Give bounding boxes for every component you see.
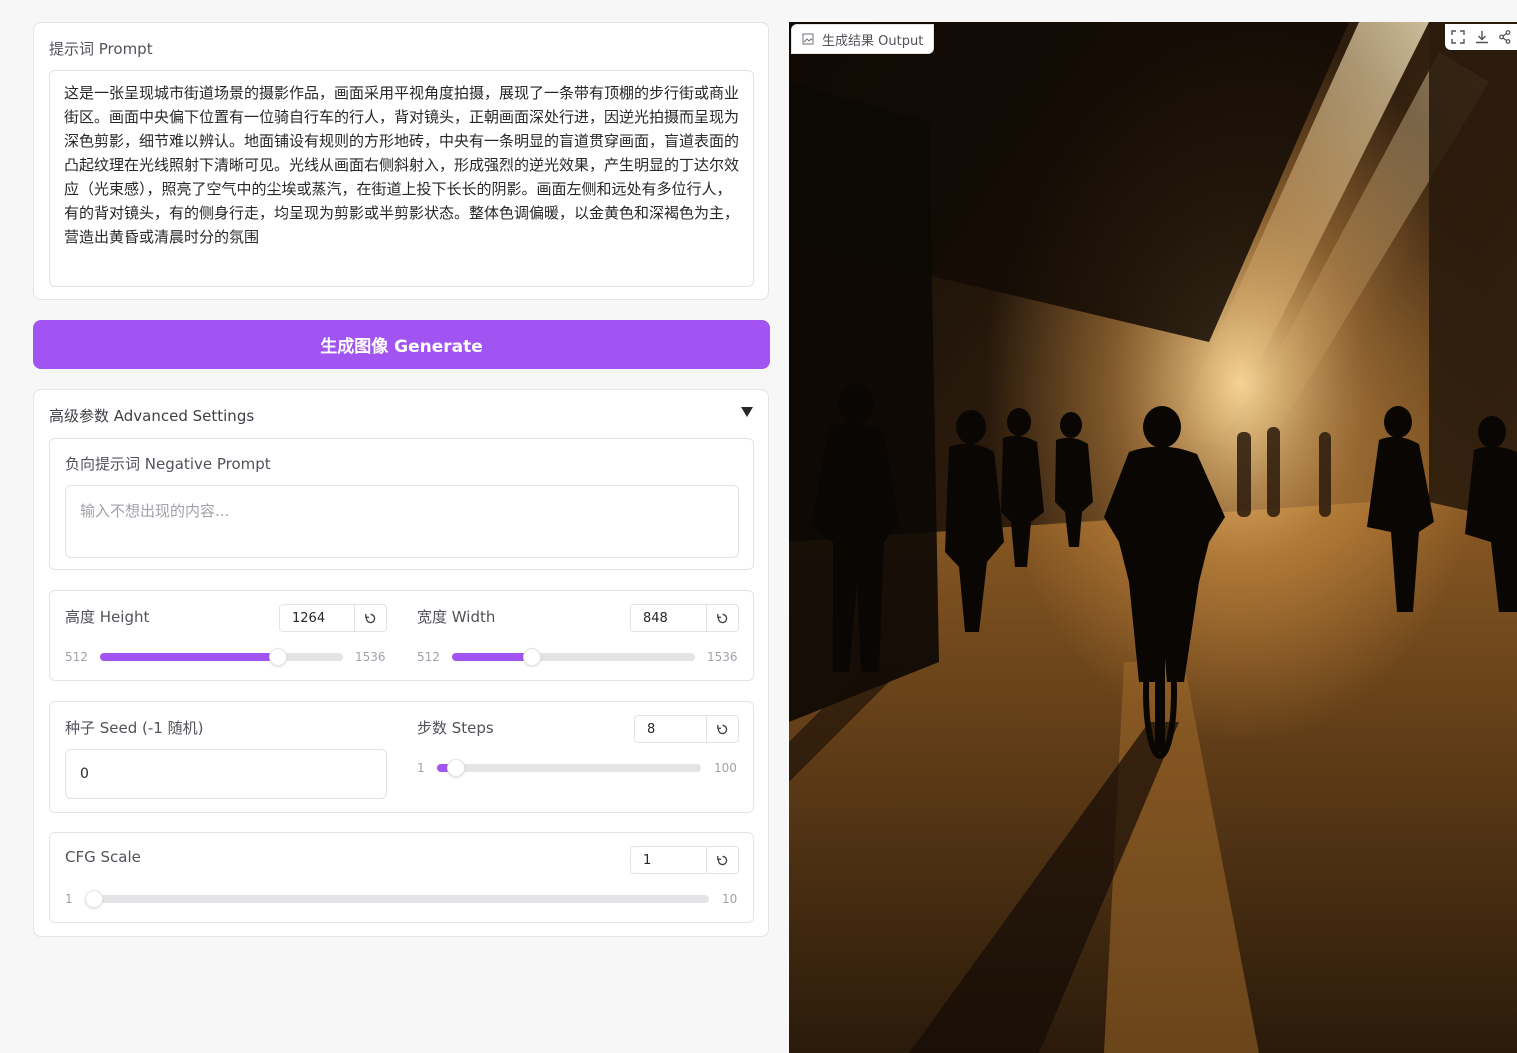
- prompt-textarea[interactable]: 这是一张呈现城市街道场景的摄影作品，画面采用平视角度拍摄，展现了一条带有顶棚的步…: [49, 70, 754, 287]
- steps-slider[interactable]: [437, 759, 701, 777]
- width-slider-thumb[interactable]: [522, 648, 541, 666]
- reset-icon: [717, 855, 728, 865]
- height-slider-fill: [100, 653, 279, 661]
- advanced-settings-panel: 高级参数 Advanced Settings 负向提示词 Negative Pr…: [33, 389, 769, 937]
- cfg-number-field[interactable]: [630, 846, 739, 874]
- width-max-label: 1536: [707, 650, 738, 664]
- reset-icon: [717, 724, 728, 734]
- prompt-label: 提示词 Prompt: [49, 40, 153, 58]
- cfg-slider[interactable]: [85, 890, 709, 908]
- size-sliders-block: 高度 Height 512 1536 宽度 Width 512 1536: [49, 590, 754, 681]
- width-label: 宽度 Width: [417, 608, 496, 626]
- seed-steps-block: 种子 Seed (-1 随机) 步数 Steps 1 100: [49, 701, 754, 813]
- output-toolbar: [1445, 24, 1517, 50]
- height-slider-thumb[interactable]: [269, 648, 288, 666]
- generated-image[interactable]: [789, 22, 1517, 1053]
- height-max-label: 1536: [355, 650, 386, 664]
- output-label-badge: 生成结果 Output: [791, 24, 935, 54]
- collapse-arrow-icon[interactable]: [741, 407, 753, 417]
- negative-prompt-block: 负向提示词 Negative Prompt: [49, 438, 754, 570]
- width-slider[interactable]: [452, 648, 695, 666]
- height-input[interactable]: [280, 605, 354, 631]
- height-reset-button[interactable]: [354, 605, 386, 631]
- height-label: 高度 Height: [65, 608, 150, 626]
- reset-icon: [365, 613, 376, 623]
- generate-button[interactable]: 生成图像 Generate: [33, 320, 770, 369]
- share-icon[interactable]: [1499, 30, 1511, 44]
- reset-icon: [717, 613, 728, 623]
- cfg-reset-button[interactable]: [706, 847, 738, 873]
- height-slider[interactable]: [100, 648, 343, 666]
- cfg-label: CFG Scale: [65, 848, 141, 866]
- width-reset-button[interactable]: [706, 605, 738, 631]
- cfg-input[interactable]: [631, 847, 706, 873]
- steps-number-field[interactable]: [634, 715, 739, 743]
- height-min-label: 512: [65, 650, 88, 664]
- negative-prompt-input[interactable]: [65, 485, 739, 558]
- image-icon: [802, 33, 814, 45]
- prompt-panel: 提示词 Prompt 这是一张呈现城市街道场景的摄影作品，画面采用平视角度拍摄，…: [33, 22, 769, 300]
- output-label: 生成结果 Output: [822, 33, 924, 49]
- steps-input[interactable]: [635, 716, 706, 742]
- steps-min-label: 1: [417, 761, 425, 775]
- steps-max-label: 100: [714, 761, 737, 775]
- width-number-field[interactable]: [630, 604, 739, 632]
- fullscreen-icon[interactable]: [1451, 30, 1465, 44]
- output-panel: 生成结果 Output: [789, 22, 1517, 1053]
- negative-prompt-label: 负向提示词 Negative Prompt: [65, 455, 271, 473]
- width-min-label: 512: [417, 650, 440, 664]
- seed-input[interactable]: [65, 749, 387, 799]
- cfg-max-label: 10: [722, 892, 738, 906]
- steps-reset-button[interactable]: [706, 716, 738, 742]
- cfg-min-label: 1: [65, 892, 73, 906]
- height-number-field[interactable]: [279, 604, 387, 632]
- steps-slider-thumb[interactable]: [446, 759, 465, 777]
- steps-label: 步数 Steps: [417, 719, 494, 737]
- cfg-block: CFG Scale 1 10: [49, 832, 754, 923]
- download-icon[interactable]: [1475, 30, 1489, 44]
- width-input[interactable]: [631, 605, 706, 631]
- seed-label: 种子 Seed (-1 随机): [65, 719, 204, 737]
- width-slider-fill: [452, 653, 532, 661]
- cfg-slider-thumb[interactable]: [85, 890, 103, 908]
- advanced-settings-title[interactable]: 高级参数 Advanced Settings: [49, 405, 254, 426]
